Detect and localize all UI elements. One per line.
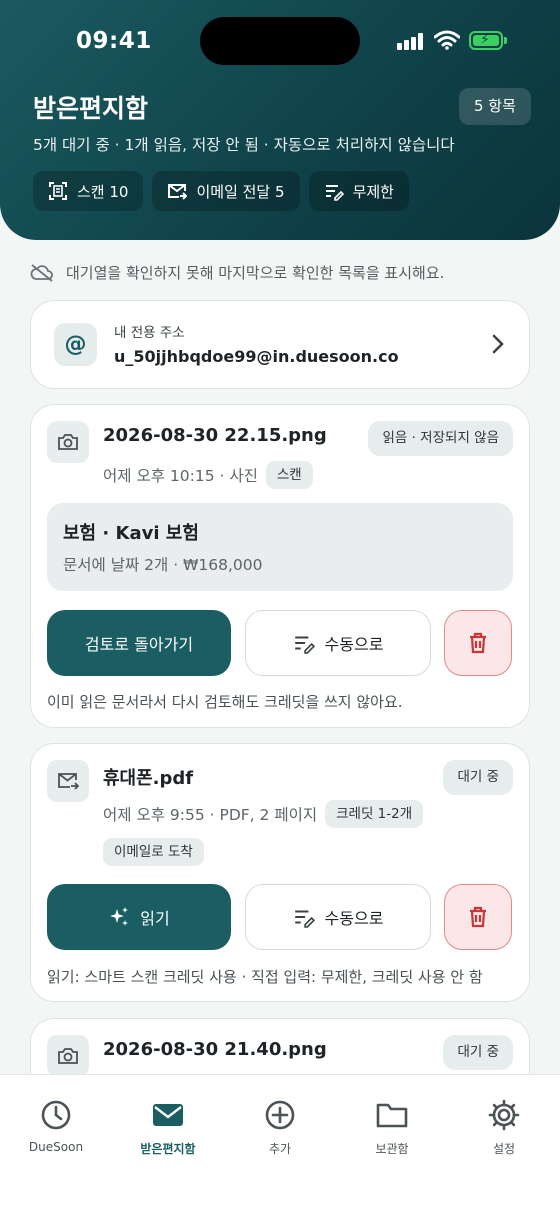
delete-button[interactable] <box>444 610 512 676</box>
chip-label: 스캔 10 <box>77 182 129 201</box>
quota-chips: 스캔 10 이메일 전달 5 무제한 <box>33 171 409 211</box>
wifi-icon <box>434 30 460 50</box>
scan-icon <box>49 182 67 200</box>
clock-icon <box>41 1100 71 1130</box>
manual-edit-icon <box>294 910 315 928</box>
chip-label: 무제한 <box>352 182 394 201</box>
helper-text: 읽기: 스마트 스캔 크레딧 사용 · 직접 입력: 무제한, 크레딧 사용 안… <box>47 968 483 986</box>
extracted-detail: 문서에 날짜 2개 · ₩168,000 <box>63 556 263 574</box>
file-name: 2026-08-30 22.15.png <box>103 425 327 446</box>
file-meta-2: 이메일로 도착 <box>103 838 204 866</box>
tab-inbox[interactable]: 받은편지함 <box>118 1099 218 1157</box>
tab-add[interactable]: 추가 <box>230 1099 330 1157</box>
status-badge: 대기 중 <box>443 760 513 795</box>
dynamic-island <box>200 17 360 65</box>
manual-edit-icon <box>294 636 315 654</box>
inbox-item[interactable]: 휴대폰.pdf 대기 중 어제 오후 9:55 · PDF, 2 페이지 크레딧… <box>30 743 530 1002</box>
scan-quota-chip[interactable]: 스캔 10 <box>33 171 144 211</box>
email-forward-quota-chip[interactable]: 이메일 전달 5 <box>152 171 300 211</box>
meta-text: 어제 오후 9:55 · PDF, 2 페이지 <box>103 806 318 824</box>
extracted-summary: 보험 · Kavi 보험 문서에 날짜 2개 · ₩168,000 <box>47 503 513 591</box>
tab-settings[interactable]: 설정 <box>454 1099 554 1157</box>
item-actions: 읽기 수동으로 <box>47 884 513 950</box>
status-time: 09:41 <box>76 28 152 54</box>
tab-label: 설정 <box>492 1142 516 1156</box>
source-tag: 이메일로 도착 <box>103 838 204 866</box>
battery-icon: ⚡ <box>469 31 503 50</box>
add-circle-icon <box>265 1100 295 1130</box>
tab-label: DueSoon <box>28 1140 84 1154</box>
folder-icon <box>376 1103 408 1128</box>
manual-entry-button[interactable]: 수동으로 <box>245 610 431 676</box>
file-meta: 어제 오후 9:55 · PDF, 2 페이지 크레딧 1-2개 <box>103 800 424 828</box>
manual-quota-chip[interactable]: 무제한 <box>308 171 409 211</box>
trash-icon <box>470 906 486 928</box>
tab-label: 추가 <box>268 1142 292 1156</box>
item-count-badge: 5 항목 <box>459 88 531 125</box>
file-name: 휴대폰.pdf <box>103 768 194 789</box>
page-title: 받은편지함 <box>33 94 149 123</box>
email-forward-icon <box>47 760 89 802</box>
camera-icon <box>47 1035 89 1077</box>
tab-archive[interactable]: 보관함 <box>342 1099 442 1157</box>
chevron-right-icon <box>492 334 504 354</box>
tab-duesoon[interactable]: DueSoon <box>6 1099 106 1154</box>
file-name: 2026-08-30 21.40.png <box>103 1039 327 1060</box>
status-badge: 읽음 · 저장되지 않음 <box>368 421 513 456</box>
status-badge: 대기 중 <box>443 1035 513 1070</box>
tab-label: 받은편지함 <box>140 1142 196 1156</box>
source-tag: 스캔 <box>265 461 313 489</box>
signal-icon <box>397 32 427 50</box>
dedicated-address-card[interactable]: @ 내 전용 주소 u_50jjhbqdoe99@in.duesoon.co <box>30 300 530 389</box>
meta-text: 어제 오후 10:15 · 사진 <box>103 467 258 485</box>
offline-notice: 대기열을 확인하지 못해 마지막으로 확인한 목록을 표시해요. <box>30 262 444 283</box>
item-actions: 검토로 돌아가기 수동으로 <box>47 610 513 676</box>
read-button[interactable]: 읽기 <box>47 884 231 950</box>
gear-icon <box>488 1099 520 1131</box>
mail-icon <box>153 1104 183 1126</box>
address-label: 내 전용 주소 <box>114 325 185 341</box>
camera-icon <box>47 421 89 463</box>
manual-entry-button[interactable]: 수동으로 <box>245 884 431 950</box>
tab-label: 보관함 <box>375 1142 409 1156</box>
inbox-summary: 5개 대기 중 · 1개 읽음, 저장 안 됨 · 자동으로 처리하지 않습니다 <box>33 136 455 154</box>
trash-icon <box>470 632 486 654</box>
manual-edit-icon <box>325 185 344 201</box>
credit-tag: 크레딧 1-2개 <box>325 800 424 828</box>
button-label: 검토로 돌아가기 <box>84 635 194 654</box>
button-label: 읽기 <box>140 909 170 928</box>
email-forward-icon <box>168 184 188 200</box>
tab-bar: DueSoon 받은편지함 추가 보관함 설정 <box>0 1074 560 1217</box>
button-label: 수동으로 <box>324 635 384 654</box>
sparkle-icon <box>110 907 129 926</box>
battery-tip <box>504 37 507 44</box>
chip-label: 이메일 전달 5 <box>196 182 285 201</box>
at-sign-icon: @ <box>54 323 97 366</box>
cloud-off-icon <box>30 263 53 282</box>
file-meta: 어제 오후 10:15 · 사진 스캔 <box>103 461 313 489</box>
inbox-item[interactable]: 2026-08-30 22.15.png 읽음 · 저장되지 않음 어제 오후 … <box>30 404 530 728</box>
helper-text: 이미 읽은 문서라서 다시 검토해도 크레딧을 쓰지 않아요. <box>47 693 403 711</box>
notice-text: 대기열을 확인하지 못해 마지막으로 확인한 목록을 표시해요. <box>66 264 445 282</box>
button-label: 수동으로 <box>324 909 384 928</box>
inbox-header: 09:41 ⚡ 받은편지함 5 항목 5개 대기 중 · 1개 읽음, 저장 안… <box>0 0 560 240</box>
extracted-title: 보험 · Kavi 보험 <box>63 523 199 544</box>
delete-button[interactable] <box>444 884 512 950</box>
back-to-review-button[interactable]: 검토로 돌아가기 <box>47 610 231 676</box>
address-value: u_50jjhbqdoe99@in.duesoon.co <box>114 347 399 366</box>
